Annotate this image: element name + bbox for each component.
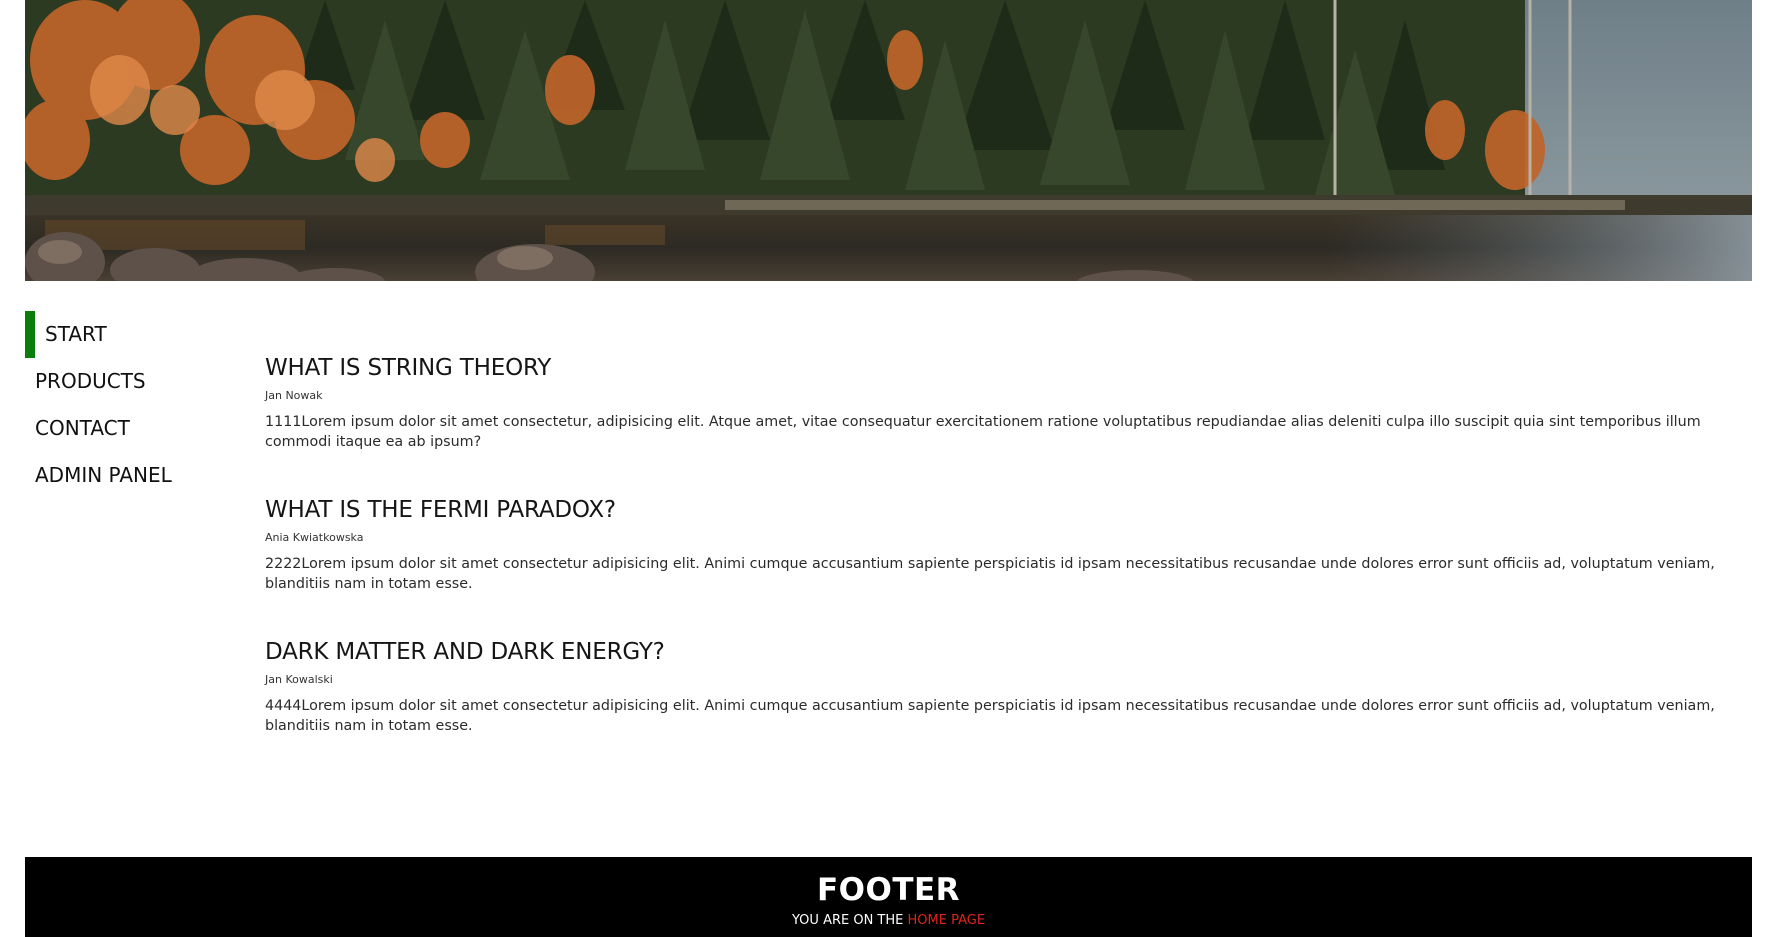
article-body: 4444Lorem ipsum dolor sit amet consectet…	[265, 698, 1715, 734]
article-author: Jan Nowak	[265, 389, 323, 402]
footer-location-text: YOU ARE ON THE HOME PAGE	[25, 912, 1752, 930]
article-list: WHAT IS STRING THEORY Jan Nowak 1111Lore…	[265, 350, 1750, 776]
article-author: Ania Kwiatkowska	[265, 531, 364, 544]
article-title: WHAT IS STRING THEORY	[265, 355, 552, 381]
article-body: 1111Lorem ipsum dolor sit amet consectet…	[265, 414, 1701, 450]
footer-current-page: HOME PAGE	[907, 913, 986, 928]
article: WHAT IS THE FERMI PARADOX? Ania Kwiatkow…	[265, 492, 1750, 634]
article-author: Jan Kowalski	[265, 673, 333, 686]
article-body: 2222Lorem ipsum dolor sit amet consectet…	[265, 556, 1715, 592]
nav-item-start[interactable]: START	[25, 311, 225, 358]
page: START PRODUCTS CONTACT ADMIN PANEL WHAT …	[25, 0, 1752, 937]
article-title: WHAT IS THE FERMI PARADOX?	[265, 497, 616, 523]
sidebar-nav: START PRODUCTS CONTACT ADMIN PANEL	[25, 311, 225, 499]
article-title: DARK MATTER AND DARK ENERGY?	[265, 639, 665, 665]
nav-item-admin-panel[interactable]: ADMIN PANEL	[25, 452, 225, 499]
nav-item-contact[interactable]: CONTACT	[25, 405, 225, 452]
article: DARK MATTER AND DARK ENERGY? Jan Kowalsk…	[265, 634, 1750, 776]
article: WHAT IS STRING THEORY Jan Nowak 1111Lore…	[265, 350, 1750, 492]
footer-title: FOOTER	[816, 872, 961, 908]
nav-item-products[interactable]: PRODUCTS	[25, 358, 225, 405]
footer: FOOTER YOU ARE ON THE HOME PAGE	[25, 857, 1752, 937]
hero-banner-image	[25, 0, 1752, 281]
footer-location-prefix: YOU ARE ON THE	[791, 913, 908, 928]
